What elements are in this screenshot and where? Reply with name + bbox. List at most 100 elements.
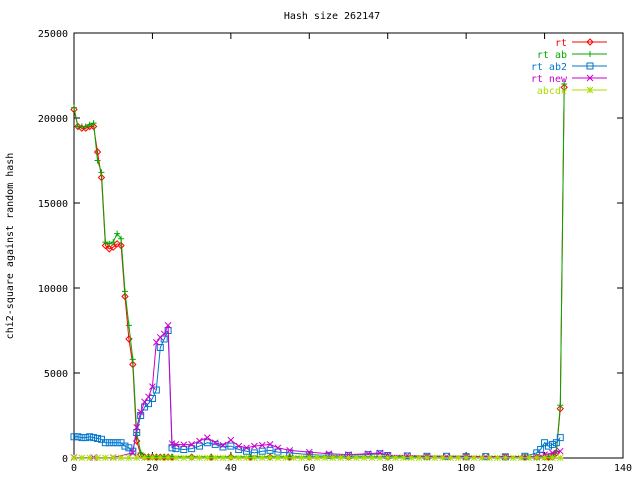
data-point	[98, 169, 105, 176]
x-axis: 0 20 40 60 80 100 120 140	[71, 33, 632, 474]
x-tick-label: 40	[225, 463, 237, 474]
data-point	[549, 454, 556, 462]
data-point	[478, 454, 486, 462]
y-tick-label: 20000	[38, 114, 68, 125]
data-point	[282, 454, 290, 462]
data-point	[156, 454, 164, 462]
legend-entry: rt	[555, 38, 607, 49]
x-tick-label: 100	[457, 463, 475, 474]
data-point	[286, 453, 293, 460]
data-point	[125, 322, 132, 329]
data-point	[227, 436, 235, 444]
data-point	[384, 454, 392, 462]
data-point	[141, 454, 148, 462]
y-tick-label: 25000	[38, 29, 68, 40]
data-point	[133, 454, 141, 462]
series-line	[74, 325, 561, 458]
data-point	[447, 454, 454, 462]
y-tick-label: 10000	[38, 284, 68, 295]
data-point	[164, 454, 172, 462]
data-point	[415, 454, 423, 462]
data-point	[70, 454, 78, 462]
data-point	[86, 454, 94, 462]
legend-marker	[586, 86, 594, 94]
series-line	[73, 87, 565, 458]
y-tick-label: 0	[62, 454, 68, 465]
data-point	[188, 454, 195, 462]
data-point	[172, 454, 180, 462]
legend-entry: rt ab2	[531, 62, 607, 73]
x-tick-label: 20	[146, 463, 158, 474]
data-point	[368, 454, 376, 462]
legend-label: rt ab2	[531, 62, 567, 73]
legend-entry: rt ab	[537, 50, 607, 61]
data-point	[180, 454, 188, 462]
data-point	[251, 454, 258, 462]
x-tick-label: 140	[614, 463, 632, 474]
data-point	[400, 454, 407, 462]
data-point	[313, 454, 321, 462]
x-tick-label: 60	[303, 463, 315, 474]
legend-entry: abcde	[537, 86, 607, 97]
data-point	[298, 454, 305, 462]
data-point	[117, 454, 125, 462]
data-point	[509, 454, 517, 462]
chart-area: Hash size 262147 chi2-square against ran…	[5, 11, 632, 474]
legend: rtrt abrt ab2rt newabcde	[531, 38, 607, 97]
data-point	[454, 454, 462, 462]
data-point	[423, 454, 431, 462]
legend-entry: rt new	[531, 74, 607, 85]
data-point	[219, 454, 227, 462]
data-point	[556, 454, 564, 462]
data-point	[502, 454, 509, 462]
data-point	[541, 454, 548, 462]
data-point	[227, 454, 235, 462]
data-point	[486, 454, 494, 462]
legend-label: rt	[555, 38, 567, 49]
y-axis: 0 5000 10000 15000 20000 25000	[38, 29, 623, 465]
data-point	[109, 454, 117, 462]
data-point	[243, 454, 250, 462]
legend-label: abcde	[537, 86, 567, 97]
data-point	[196, 454, 203, 462]
data-point	[439, 454, 446, 462]
data-point	[274, 454, 282, 462]
data-point	[203, 454, 211, 462]
data-point	[329, 454, 337, 462]
data-point	[125, 454, 133, 462]
data-point	[78, 454, 86, 462]
series-rt-ab2	[70, 327, 564, 461]
data-point	[462, 454, 470, 462]
series-rt-new	[70, 322, 564, 461]
data-point	[211, 454, 219, 462]
data-point	[525, 454, 533, 462]
data-point	[208, 453, 215, 460]
series-layer	[70, 81, 568, 462]
y-tick-label: 15000	[38, 199, 68, 210]
legend-label: rt new	[531, 74, 568, 85]
data-point	[235, 454, 243, 462]
data-point	[102, 454, 109, 462]
data-point	[337, 454, 345, 462]
data-point	[345, 454, 352, 462]
data-point	[431, 454, 439, 462]
data-point	[247, 453, 254, 460]
x-tick-label: 80	[382, 463, 394, 474]
y-tick-label: 5000	[44, 369, 68, 380]
data-point	[352, 454, 360, 462]
data-point	[145, 393, 152, 401]
data-point	[533, 454, 541, 462]
series-abcde	[70, 454, 564, 462]
legend-marker	[587, 51, 593, 57]
x-tick-label: 120	[536, 463, 554, 474]
data-point	[94, 454, 101, 462]
data-point	[470, 454, 478, 462]
data-point	[517, 454, 525, 462]
data-point	[407, 454, 415, 462]
series-line	[74, 330, 561, 458]
data-point	[392, 454, 399, 462]
data-point	[258, 454, 266, 462]
x-tick-label: 0	[71, 463, 77, 474]
data-point	[121, 288, 128, 295]
legend-label: rt ab	[537, 50, 567, 61]
